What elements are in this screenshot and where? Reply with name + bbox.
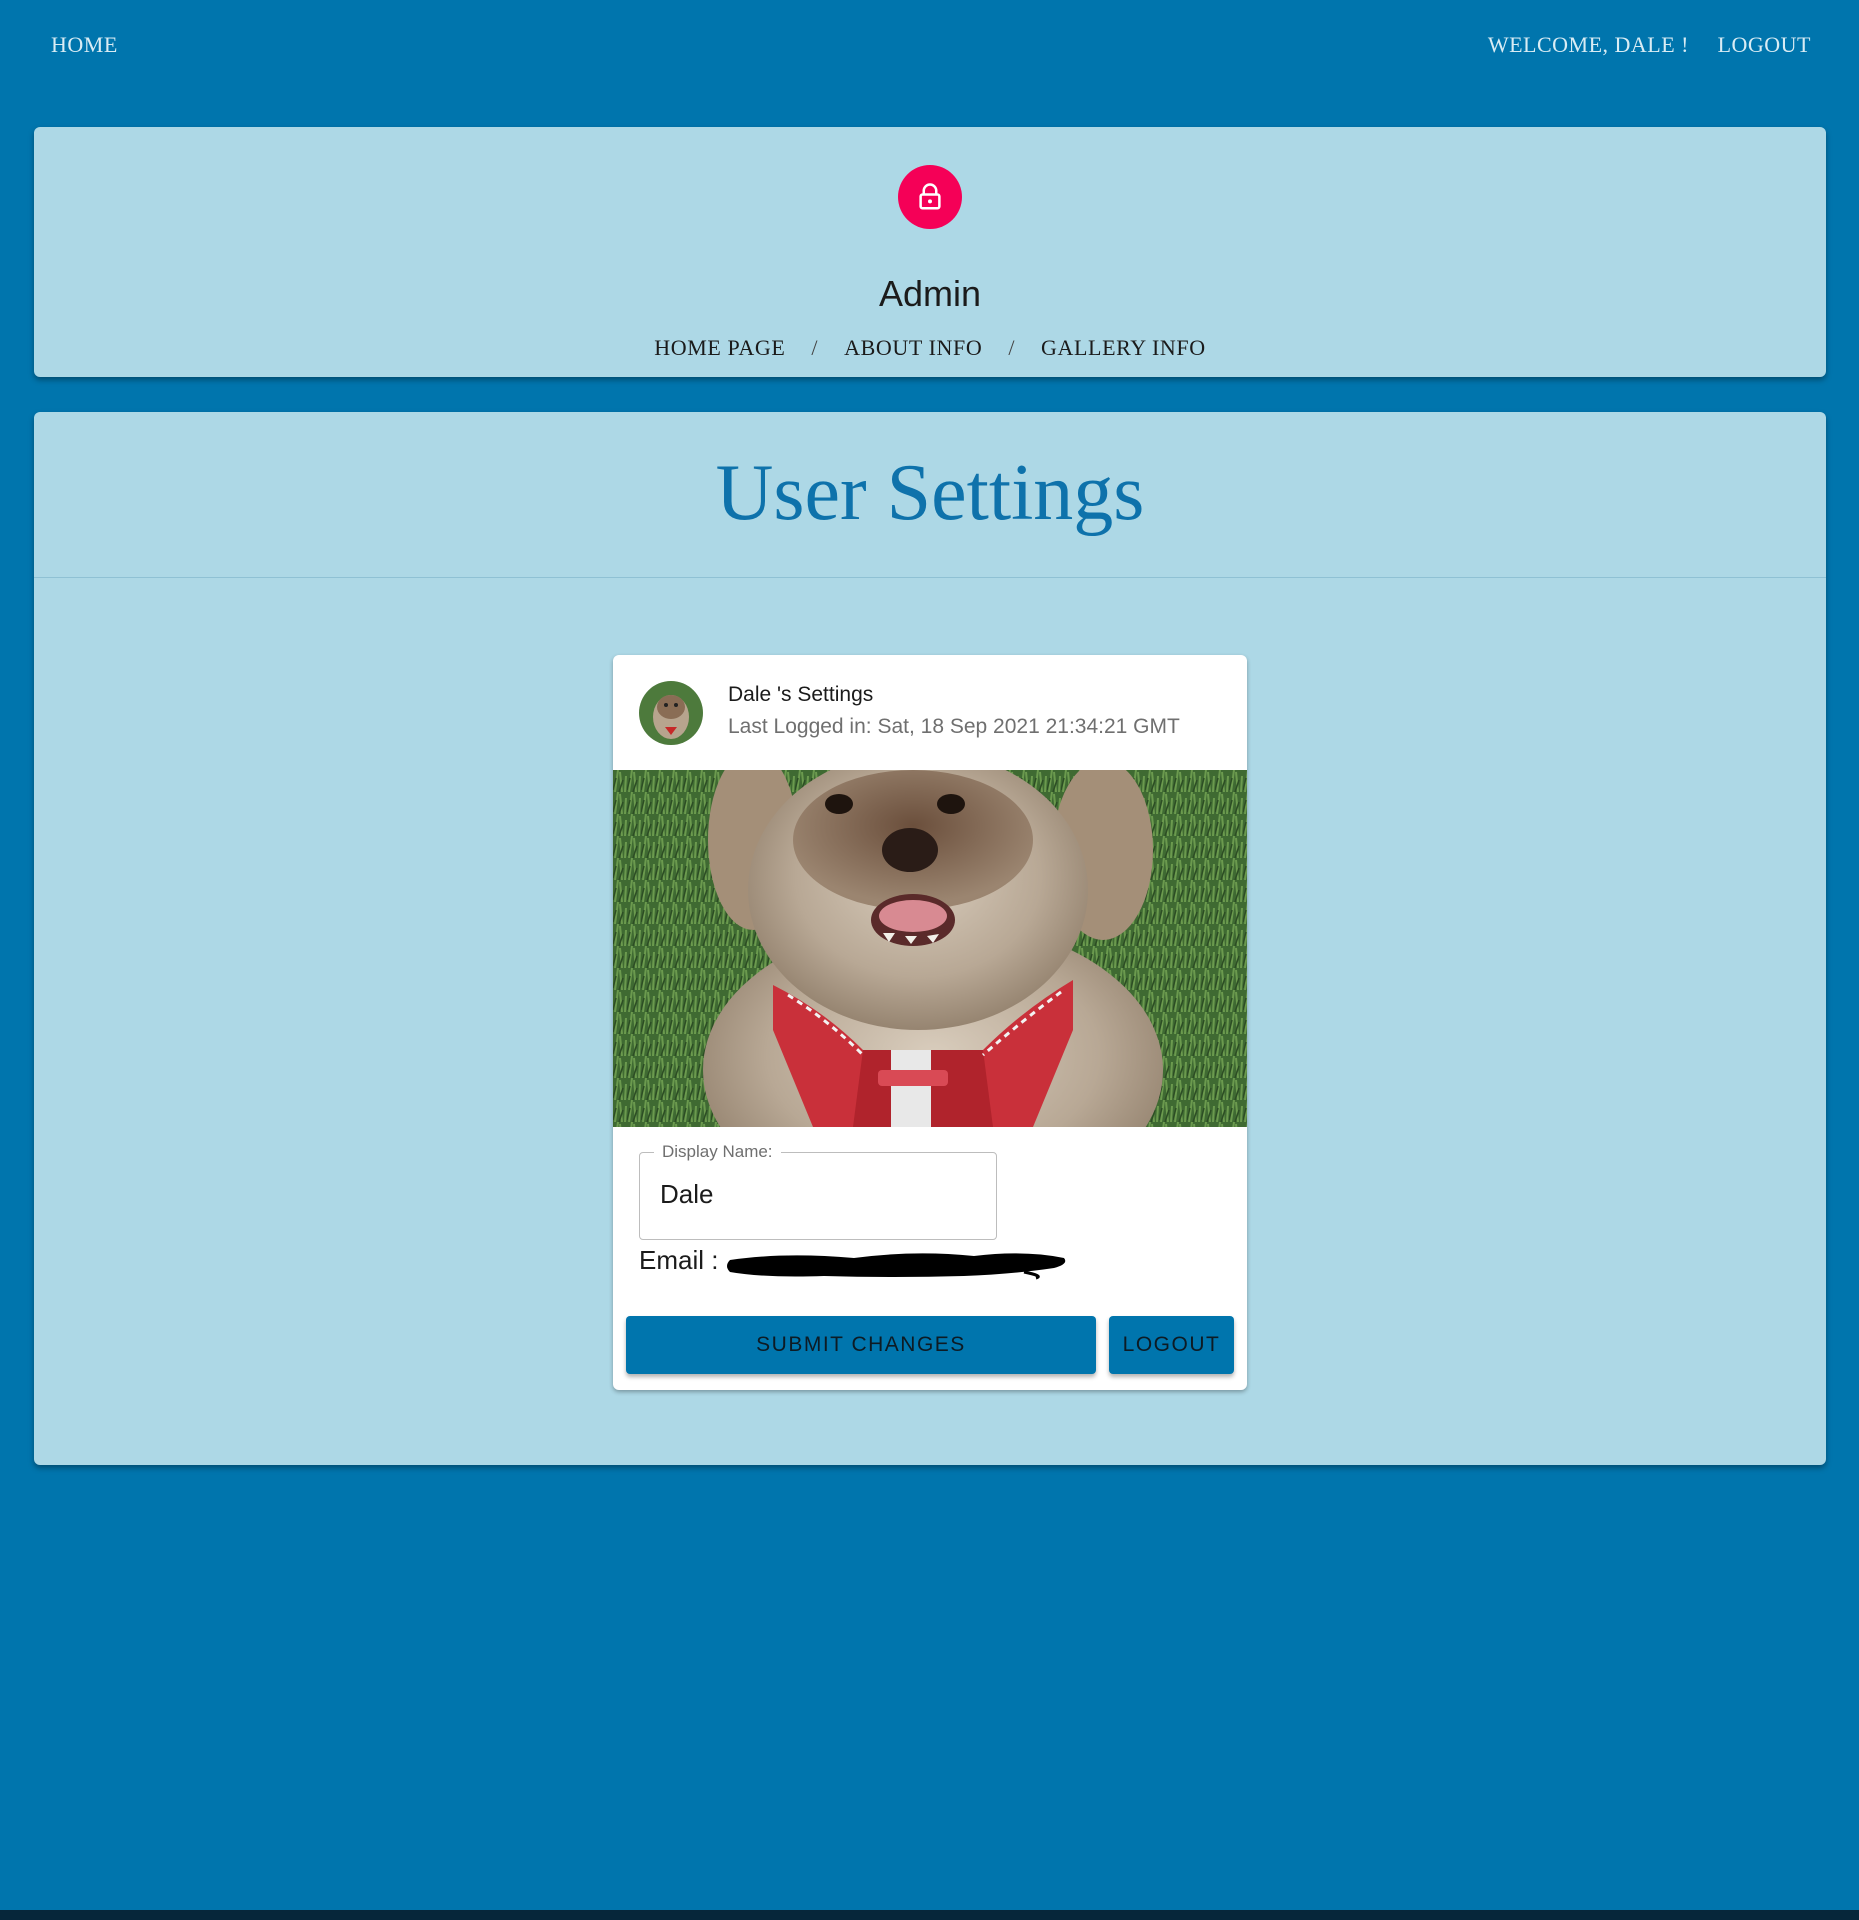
breadcrumb-gallery-info[interactable]: GALLERY INFO bbox=[1041, 335, 1206, 360]
breadcrumb-separator: / bbox=[1008, 335, 1016, 360]
display-name-label: Display Name: bbox=[654, 1142, 781, 1162]
nav-home-link[interactable]: HOME bbox=[51, 32, 118, 58]
breadcrumb-home-page[interactable]: HOME PAGE bbox=[654, 335, 785, 360]
lock-icon bbox=[919, 183, 941, 210]
breadcrumb-about-info[interactable]: ABOUT INFO bbox=[844, 335, 982, 360]
avatar bbox=[639, 681, 703, 745]
settings-card: Dale 's Settings Last Logged in: Sat, 18… bbox=[613, 655, 1247, 1390]
breadcrumb-separator: / bbox=[811, 335, 819, 360]
top-navbar: HOME WELCOME, DALE ! LOGOUT bbox=[0, 0, 1859, 90]
display-name-input[interactable] bbox=[660, 1179, 980, 1210]
user-settings-panel: User Settings Dale 's Settings Last Logg… bbox=[34, 412, 1826, 1465]
admin-title: Admin bbox=[878, 273, 982, 314]
admin-header-panel: Admin HOME PAGE / ABOUT INFO / GALLERY INFO bbox=[34, 127, 1826, 377]
breadcrumb: HOME PAGE / ABOUT INFO / GALLERY INFO bbox=[34, 335, 1826, 361]
nav-welcome-text: WELCOME, DALE ! bbox=[1487, 32, 1689, 57]
lock-avatar bbox=[898, 165, 962, 229]
page-title: User Settings bbox=[715, 449, 1145, 537]
card-title: Dale 's Settings bbox=[728, 683, 874, 706]
divider bbox=[34, 577, 1826, 578]
redacted-email-value bbox=[727, 1253, 1066, 1280]
last-logged-in-text: Last Logged in: Sat, 18 Sep 2021 21:34:2… bbox=[728, 715, 1180, 738]
logout-button[interactable]: LOGOUT bbox=[1109, 1316, 1234, 1374]
display-name-field: Display Name: bbox=[639, 1142, 997, 1240]
bottom-border bbox=[0, 1910, 1859, 1920]
email-label: Email : bbox=[639, 1245, 719, 1275]
submit-changes-button[interactable]: SUBMIT CHANGES bbox=[626, 1316, 1096, 1374]
nav-logout-link[interactable]: LOGOUT bbox=[1718, 32, 1811, 58]
dog-photo bbox=[613, 770, 1247, 1127]
